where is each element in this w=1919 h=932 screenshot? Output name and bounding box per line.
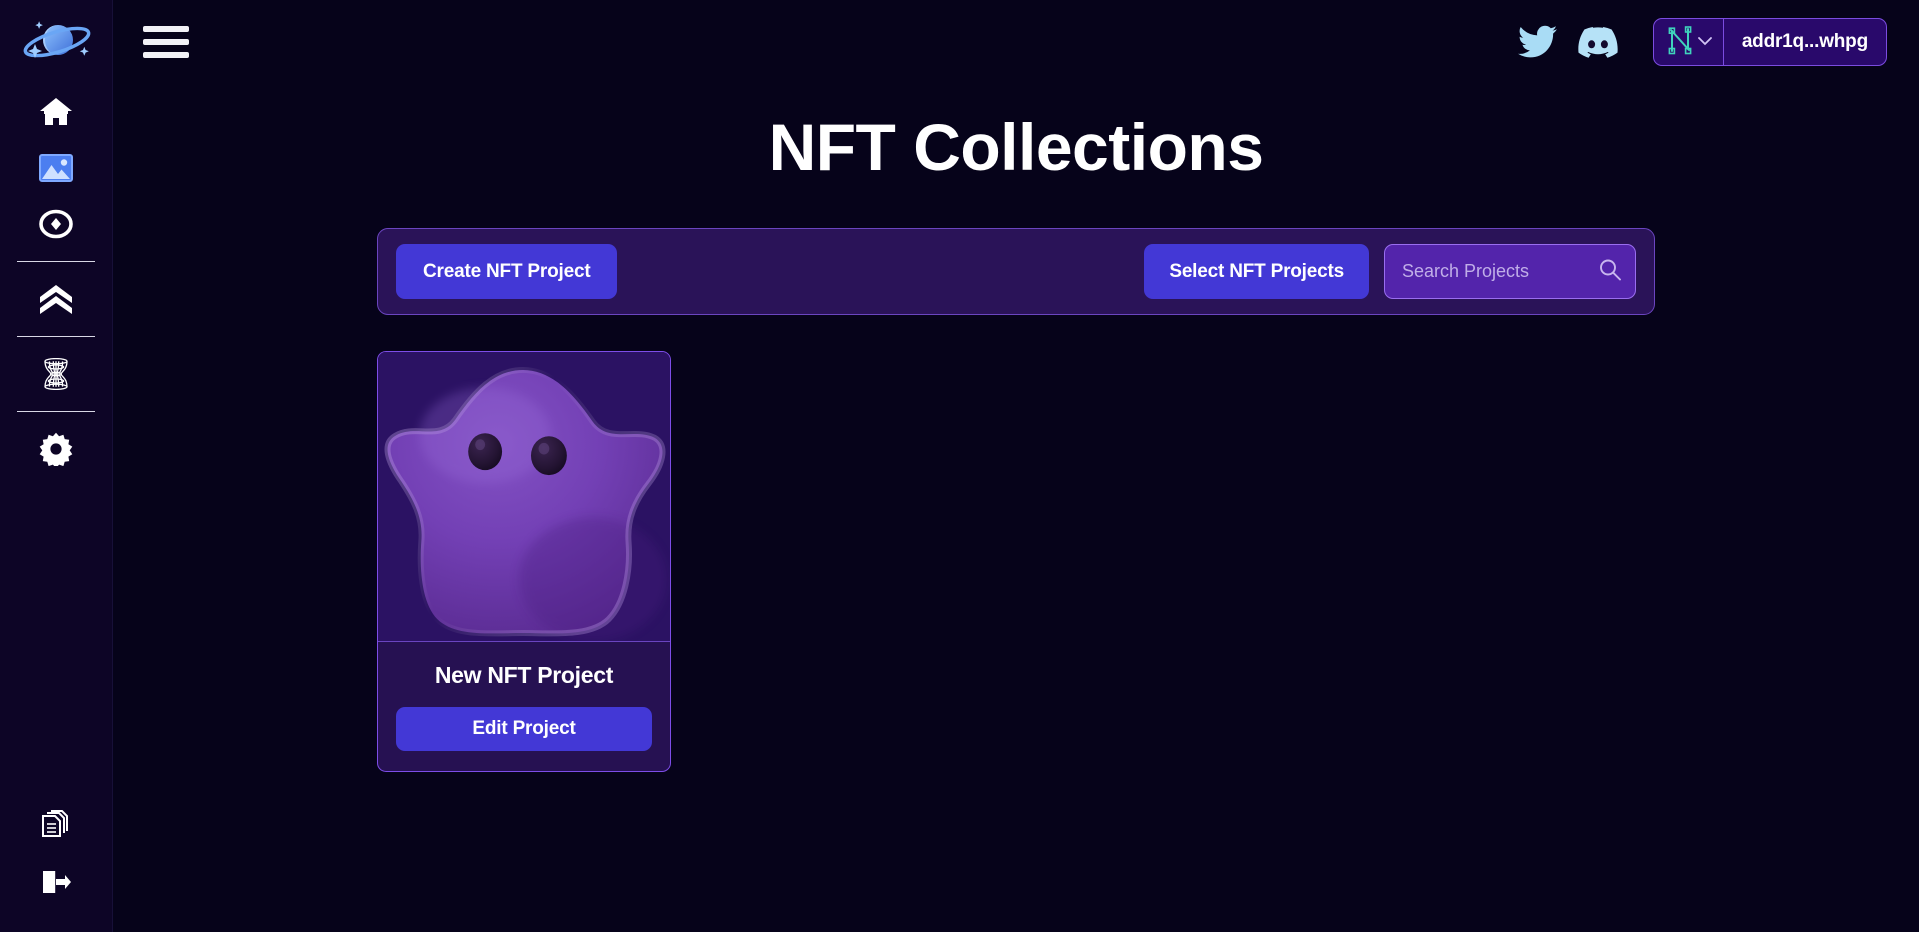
- home-icon: [39, 97, 73, 127]
- purple-blob-character-icon: [378, 352, 670, 641]
- wormhole-icon: [37, 358, 75, 390]
- discord-icon[interactable]: [1571, 15, 1625, 69]
- double-chevron-up-icon: [39, 283, 73, 315]
- edit-project-button[interactable]: Edit Project: [396, 707, 652, 751]
- eye-token-icon: [39, 209, 73, 239]
- sidebar-divider: [17, 336, 95, 337]
- sidebar-item-home[interactable]: [0, 84, 112, 140]
- project-card-body: New NFT Project Edit Project: [378, 642, 670, 771]
- sidebar-bottom-nav: [0, 798, 112, 910]
- sidebar-divider: [17, 411, 95, 412]
- hamburger-bar: [143, 26, 189, 32]
- sidebar-item-settings[interactable]: [0, 421, 112, 477]
- hamburger-menu-icon[interactable]: [143, 22, 189, 62]
- wallet-address[interactable]: addr1q...whpg: [1724, 19, 1886, 65]
- hamburger-bar: [143, 39, 189, 45]
- projects-grid: New NFT Project Edit Project: [377, 351, 1655, 772]
- sidebar-item-wormhole[interactable]: [0, 346, 112, 402]
- sidebar-nav: [0, 84, 112, 477]
- logout-icon: [41, 868, 71, 896]
- documents-icon: [41, 810, 71, 842]
- image-icon: [39, 154, 73, 182]
- sidebar-divider: [17, 261, 95, 262]
- create-nft-project-button[interactable]: Create NFT Project: [396, 244, 618, 299]
- projects-toolbar: Create NFT Project Select NFT Projects: [377, 228, 1674, 315]
- content-area: NFT Collections Create NFT Project Selec…: [113, 84, 1919, 932]
- sidebar-item-logout[interactable]: [0, 854, 112, 910]
- sidebar: [0, 0, 113, 932]
- topbar: addr1q...whpg: [113, 0, 1919, 84]
- search-input[interactable]: [1385, 245, 1674, 298]
- project-thumbnail: [378, 352, 670, 642]
- project-card[interactable]: New NFT Project Edit Project: [377, 351, 671, 772]
- project-name: New NFT Project: [434, 662, 614, 688]
- select-nft-projects-button[interactable]: Select NFT Projects: [1144, 244, 1369, 299]
- hamburger-bar: [143, 52, 189, 58]
- twitter-icon[interactable]: [1511, 15, 1565, 69]
- sidebar-item-upload[interactable]: [0, 271, 112, 327]
- wallet-selector[interactable]: addr1q...whpg: [1652, 18, 1887, 66]
- gear-icon: [39, 432, 73, 466]
- main-area: addr1q...whpg NFT Collections Create NFT…: [113, 0, 1919, 932]
- saturn-planet-logo-icon: [20, 16, 92, 68]
- sidebar-item-documents[interactable]: [0, 798, 112, 854]
- app-root: addr1q...whpg NFT Collections Create NFT…: [0, 0, 1919, 932]
- nami-wallet-icon: [1667, 25, 1693, 60]
- app-logo[interactable]: [0, 0, 113, 84]
- wallet-icon-group[interactable]: [1654, 19, 1724, 65]
- sidebar-item-images[interactable]: [0, 140, 112, 196]
- sidebar-item-tokens[interactable]: [0, 196, 112, 252]
- chevron-down-icon: [1697, 33, 1712, 51]
- search-projects-box[interactable]: [1384, 244, 1674, 299]
- page-title: NFT Collections: [768, 110, 1264, 184]
